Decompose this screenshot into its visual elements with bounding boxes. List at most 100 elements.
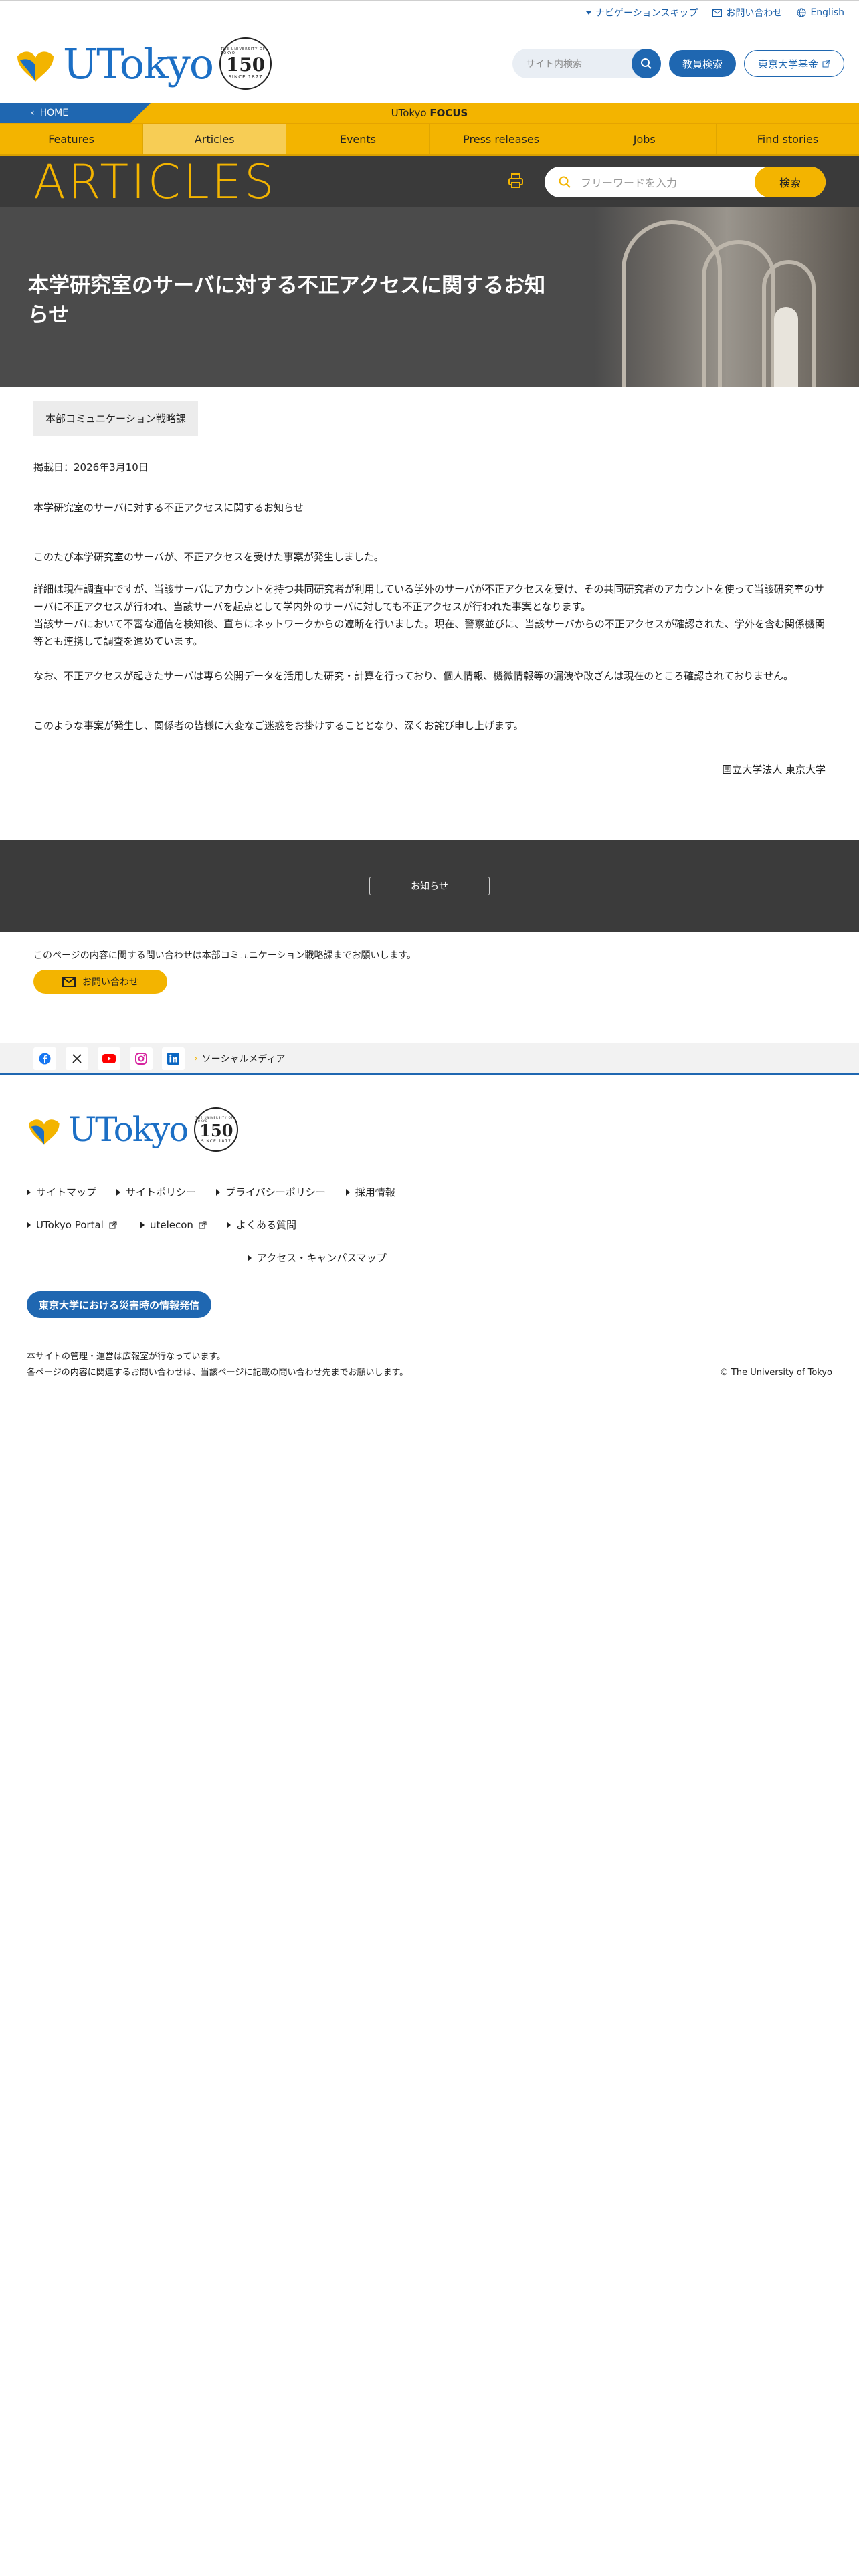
free-word-placeholder: フリーワードを入力	[581, 176, 678, 189]
footer-link-sitemap[interactable]: サイトマップ	[27, 1185, 96, 1199]
nav-events[interactable]: Events	[286, 124, 430, 154]
footer-utokyo-logo[interactable]: UTokyo THE UNIVERSITY OF TOKYO 150 SINCE…	[27, 1107, 832, 1152]
free-word-search-button[interactable]: 検索	[755, 166, 826, 197]
inquiry-note: 各ページの内容に関連するお問い合わせは、当該ページに記載の問い合わせ先までお願い…	[27, 1368, 409, 1378]
inquiry-button-label: お問い合わせ	[82, 977, 138, 988]
english-label: English	[810, 7, 844, 18]
inquiry-button[interactable]: お問い合わせ	[33, 970, 167, 994]
footer-link-utokyo-portal[interactable]: UTokyo Portal	[27, 1218, 120, 1232]
article-title: 本学研究室のサーバに対する不正アクセスに関するお知らせ	[28, 274, 546, 327]
triangle-right-icon	[140, 1221, 145, 1228]
nav-press-releases[interactable]: Press releases	[430, 124, 573, 154]
home-link[interactable]: ‹ HOME	[0, 103, 151, 123]
linkedin-link[interactable]	[162, 1047, 185, 1070]
anniversary-seal: THE UNIVERSITY OF TOKYO 150 SINCE 1877	[219, 37, 272, 90]
contact-link[interactable]: お問い合わせ	[712, 6, 782, 19]
focus-brand: UTokyo FOCUS	[391, 107, 468, 119]
search-icon	[640, 58, 652, 69]
triangle-right-icon	[27, 1188, 31, 1196]
triangle-right-icon	[116, 1188, 121, 1196]
article-paragraph: 詳細は現在調査中ですが、当該サーバにアカウントを持つ共同研究者が利用している学外…	[33, 583, 824, 613]
triangle-right-icon	[216, 1188, 221, 1196]
notice-button[interactable]: お知らせ	[369, 877, 490, 895]
inquiry-section: このページの内容に関する問い合わせは本部コミュニケーション戦略課までお願いします…	[0, 932, 859, 994]
nav-features[interactable]: Features	[0, 124, 144, 154]
footer-anniversary-seal: THE UNIVERSITY OF TOKYO 150 SINCE 1877	[194, 1107, 239, 1152]
footer-link-label: プライバシーポリシー	[225, 1186, 326, 1198]
caret-down-icon	[585, 11, 591, 15]
print-button[interactable]	[507, 172, 524, 192]
article-paragraph: なお、不正アクセスが起きたサーバは専ら公開データを活用した研究・計算を行っており…	[33, 670, 793, 682]
site-header: UTokyo THE UNIVERSITY OF TOKYO 150 SINCE…	[0, 24, 859, 103]
article-subject: 本学研究室のサーバに対する不正アクセスに関するお知らせ	[33, 502, 304, 514]
nav-articles[interactable]: Articles	[143, 124, 287, 154]
footer-link-recruitment[interactable]: 採用情報	[345, 1185, 395, 1199]
search-icon	[559, 176, 571, 188]
site-search-field[interactable]: サイト内検索	[512, 49, 661, 78]
facebook-icon	[39, 1053, 51, 1064]
free-word-search[interactable]: フリーワードを入力 検索	[545, 166, 826, 197]
article-hero: 本学研究室のサーバに対する不正アクセスに関するお知らせ	[0, 207, 859, 387]
youtube-icon	[102, 1053, 116, 1063]
english-link[interactable]: English	[797, 7, 844, 18]
triangle-right-icon	[226, 1221, 231, 1228]
footer-logo-wordmark: UTokyo	[68, 1110, 189, 1149]
disaster-info-button[interactable]: 東京大学における災害時の情報発信	[27, 1291, 211, 1318]
article-paragraph: 当該サーバにおいて不審な通信を検知後、直ちにネットワークからの遮断を行いました。…	[33, 618, 826, 647]
skip-navigation-link[interactable]: ナビゲーションスキップ	[585, 6, 698, 19]
department-tag: 本部コミュニケーション戦略課	[33, 401, 198, 436]
focus-brand-bold: FOCUS	[430, 107, 468, 119]
main-navigation: Features Articles Events Press releases …	[0, 123, 859, 156]
staff-search-button[interactable]: 教員検索	[668, 50, 736, 77]
link-row-spacer	[27, 1251, 227, 1265]
chevron-right-icon: ›	[194, 1053, 198, 1064]
footer-link-label: UTokyo Portal	[36, 1218, 104, 1231]
footer-notes: 本サイトの管理・運営は広報室が行なっています。 各ページの内容に関連するお問い合…	[27, 1349, 408, 1381]
article-paragraph: このたび本学研究室のサーバが、不正アクセスを受けた事案が発生しました。	[33, 551, 384, 563]
print-icon	[508, 173, 523, 188]
footer-link-faq[interactable]: よくある質問	[226, 1218, 296, 1232]
youtube-link[interactable]	[98, 1047, 120, 1070]
seal-number: 150	[199, 1120, 233, 1140]
utokyo-logo[interactable]: UTokyo THE UNIVERSITY OF TOKYO 150 SINCE…	[15, 37, 272, 90]
linkedin-icon	[167, 1052, 179, 1065]
footer-link-label: サイトマップ	[36, 1186, 97, 1198]
seal-bottom-text: SINCE 1877	[228, 74, 263, 80]
facebook-link[interactable]	[33, 1047, 56, 1070]
publish-date: 掲載日：2026年3月10日	[33, 461, 149, 473]
contact-label: お問い合わせ	[726, 8, 783, 19]
instagram-link[interactable]	[130, 1047, 153, 1070]
header-actions: サイト内検索 教員検索 東京大学基金	[512, 49, 844, 78]
triangle-right-icon	[248, 1254, 252, 1261]
footer-link-access-map[interactable]: アクセス・キャンパスマップ	[248, 1251, 387, 1265]
site-search-button[interactable]	[631, 49, 661, 78]
globe-icon	[797, 8, 806, 17]
seal-bottom-text: SINCE 1877	[201, 1138, 231, 1144]
social-media-bar: › ソーシャルメディア	[0, 1043, 859, 1075]
managed-by-note: 本サイトの管理・運営は広報室が行なっています。	[27, 1352, 226, 1362]
footer-link-label: アクセス・キャンパスマップ	[257, 1252, 387, 1264]
x-link[interactable]	[66, 1047, 88, 1070]
fund-button[interactable]: 東京大学基金	[743, 50, 844, 77]
footer-link-site-policy[interactable]: サイトポリシー	[116, 1185, 196, 1199]
triangle-right-icon	[27, 1221, 31, 1228]
footer-bottom: 本サイトの管理・運営は広報室が行なっています。 各ページの内容に関連するお問い合…	[27, 1349, 832, 1381]
copyright: © The University of Tokyo	[719, 1368, 832, 1378]
nav-jobs[interactable]: Jobs	[573, 124, 717, 154]
ginkgo-leaf-icon	[17, 51, 54, 82]
social-media-label: › ソーシャルメディア	[194, 1052, 285, 1065]
footer-links: サイトマップ サイトポリシー プライバシーポリシー 採用情報 UTokyo Po…	[27, 1185, 495, 1265]
footer-link-utelecon[interactable]: utelecon	[140, 1218, 207, 1232]
focus-brand-prefix: UTokyo	[391, 107, 430, 119]
mail-icon	[712, 9, 723, 17]
nav-find-stories[interactable]: Find stories	[717, 124, 859, 154]
corridor-light	[774, 307, 798, 387]
home-label: HOME	[39, 108, 69, 118]
skip-navigation-label: ナビゲーションスキップ	[595, 8, 698, 19]
instagram-icon	[135, 1052, 147, 1065]
triangle-right-icon	[345, 1188, 350, 1196]
hero-photo	[595, 207, 859, 387]
seal-number: 150	[225, 53, 266, 76]
article-body: 本部コミュニケーション戦略課 掲載日：2026年3月10日 本学研究室のサーバに…	[0, 387, 859, 778]
footer-link-privacy-policy[interactable]: プライバシーポリシー	[216, 1185, 326, 1199]
